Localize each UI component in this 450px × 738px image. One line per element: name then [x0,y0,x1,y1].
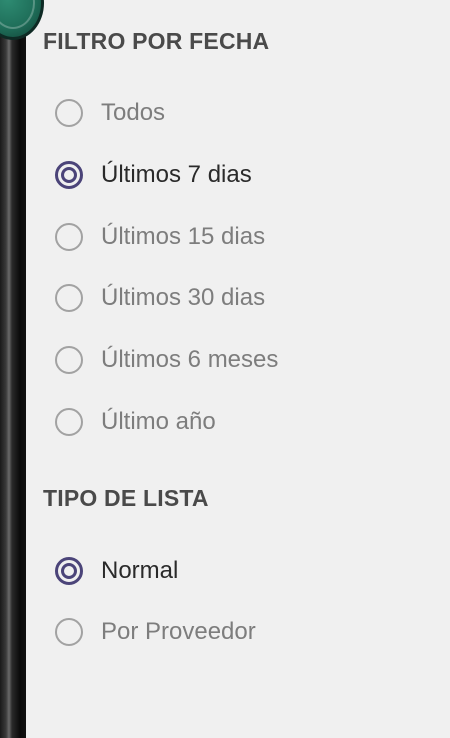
radio-label: Últimos 7 dias [101,161,252,188]
radio-option-last-year[interactable]: Último año [55,405,216,439]
radio-option-last-7-days[interactable]: Últimos 7 dias [55,158,252,192]
radio-option-todos[interactable]: Todos [55,96,165,130]
radio-label: Último año [101,408,216,435]
radio-option-last-30-days[interactable]: Últimos 30 dias [55,281,265,315]
radio-option-normal[interactable]: Normal [55,554,178,588]
radio-unchecked-icon[interactable] [55,284,83,312]
radio-unchecked-icon[interactable] [55,346,83,374]
list-type-title: TIPO DE LISTA [43,485,209,511]
radio-label: Últimos 6 meses [101,346,279,373]
radio-checked-icon[interactable] [55,161,83,189]
radio-option-by-supplier[interactable]: Por Proveedor [55,615,256,649]
radio-unchecked-icon[interactable] [55,223,83,251]
radio-label: Por Proveedor [101,618,256,645]
radio-unchecked-icon[interactable] [55,618,83,646]
radio-option-last-6-months[interactable]: Últimos 6 meses [55,343,278,377]
app-logo-icon [0,0,44,40]
radio-option-last-15-days[interactable]: Últimos 15 dias [55,220,265,254]
radio-checked-icon[interactable] [55,557,83,585]
radio-label: Últimos 15 dias [101,223,266,250]
radio-unchecked-icon[interactable] [55,408,83,436]
date-filter-title: FILTRO POR FECHA [43,28,270,54]
radio-label: Normal [101,557,179,584]
radio-label: Todos [101,99,166,126]
radio-unchecked-icon[interactable] [55,99,83,127]
radio-label: Últimos 30 dias [101,284,266,311]
drawer-edge [0,0,26,738]
